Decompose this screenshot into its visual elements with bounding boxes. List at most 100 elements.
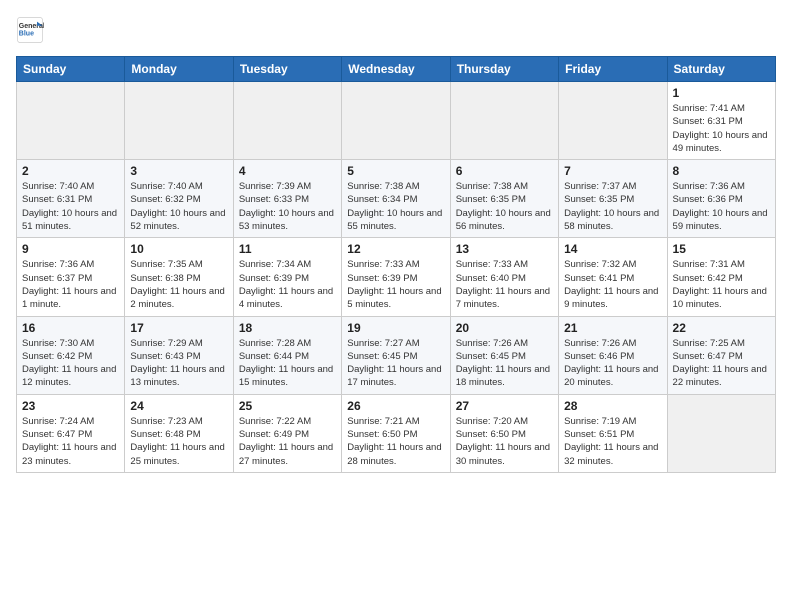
calendar-cell: 4 Sunrise: 7:39 AM Sunset: 6:33 PM Daylig…: [233, 160, 341, 238]
calendar-cell: 11 Sunrise: 7:34 AM Sunset: 6:39 PM Dayli…: [233, 238, 341, 316]
day-info: Sunrise: 7:28 AM Sunset: 6:44 PM Dayligh…: [239, 337, 336, 390]
day-number: 28: [564, 399, 661, 413]
calendar-cell: 12 Sunrise: 7:33 AM Sunset: 6:39 PM Dayli…: [342, 238, 450, 316]
calendar-cell: 7Sunrise: 7:37 AM Sunset: 6:35 PM Daylig…: [559, 160, 667, 238]
day-info: Sunrise: 7:33 AM Sunset: 6:39 PM Dayligh…: [347, 258, 444, 311]
calendar-cell: 14 Sunrise: 7:32 AM Sunset: 6:41 PM Dayli…: [559, 238, 667, 316]
calendar-cell: 6 Sunrise: 7:38 AM Sunset: 6:35 PM Daylig…: [450, 160, 558, 238]
day-info: Sunrise: 7:40 AM Sunset: 6:31 PM Dayligh…: [22, 180, 119, 233]
day-info: Sunrise: 7:20 AM Sunset: 6:50 PM Dayligh…: [456, 415, 553, 468]
day-info: Sunrise: 7:34 AM Sunset: 6:39 PM Dayligh…: [239, 258, 336, 311]
calendar-cell: 25 Sunrise: 7:22 AM Sunset: 6:49 PM Dayli…: [233, 394, 341, 472]
calendar-cell: 20 Sunrise: 7:26 AM Sunset: 6:45 PM Dayli…: [450, 316, 558, 394]
day-info: Sunrise: 7:25 AM Sunset: 6:47 PM Dayligh…: [673, 337, 770, 390]
day-number: 20: [456, 321, 553, 335]
day-info: Sunrise: 7:39 AM Sunset: 6:33 PM Dayligh…: [239, 180, 336, 233]
day-number: 26: [347, 399, 444, 413]
day-info: Sunrise: 7:40 AM Sunset: 6:32 PM Dayligh…: [130, 180, 227, 233]
day-number: 15: [673, 242, 770, 256]
day-number: 19: [347, 321, 444, 335]
calendar-cell: 15 Sunrise: 7:31 AM Sunset: 6:42 PM Dayli…: [667, 238, 775, 316]
day-info: Sunrise: 7:38 AM Sunset: 6:34 PM Dayligh…: [347, 180, 444, 233]
weekday-header-sunday: Sunday: [17, 57, 125, 82]
day-number: 4: [239, 164, 336, 178]
calendar-cell: 16 Sunrise: 7:30 AM Sunset: 6:42 PM Dayli…: [17, 316, 125, 394]
day-info: Sunrise: 7:33 AM Sunset: 6:40 PM Dayligh…: [456, 258, 553, 311]
day-number: 6: [456, 164, 553, 178]
day-number: 8: [673, 164, 770, 178]
calendar-cell: 8Sunrise: 7:36 AM Sunset: 6:36 PM Daylig…: [667, 160, 775, 238]
day-info: Sunrise: 7:29 AM Sunset: 6:43 PM Dayligh…: [130, 337, 227, 390]
day-number: 5: [347, 164, 444, 178]
calendar-cell: 10 Sunrise: 7:35 AM Sunset: 6:38 PM Dayli…: [125, 238, 233, 316]
day-info: Sunrise: 7:26 AM Sunset: 6:45 PM Dayligh…: [456, 337, 553, 390]
calendar-cell: 19 Sunrise: 7:27 AM Sunset: 6:45 PM Dayli…: [342, 316, 450, 394]
svg-text:General: General: [19, 23, 44, 30]
calendar-cell: 9 Sunrise: 7:36 AM Sunset: 6:37 PM Daylig…: [17, 238, 125, 316]
calendar-cell: 22 Sunrise: 7:25 AM Sunset: 6:47 PM Dayli…: [667, 316, 775, 394]
calendar-cell: [450, 82, 558, 160]
calendar-table: SundayMondayTuesdayWednesdayThursdayFrid…: [16, 56, 776, 473]
day-number: 1: [673, 86, 770, 100]
day-number: 12: [347, 242, 444, 256]
calendar-week-3: 9 Sunrise: 7:36 AM Sunset: 6:37 PM Daylig…: [17, 238, 776, 316]
calendar-cell: 27 Sunrise: 7:20 AM Sunset: 6:50 PM Dayli…: [450, 394, 558, 472]
day-info: Sunrise: 7:32 AM Sunset: 6:41 PM Dayligh…: [564, 258, 661, 311]
logo-icon: General Blue: [16, 16, 44, 44]
weekday-header-thursday: Thursday: [450, 57, 558, 82]
calendar-cell: 23 Sunrise: 7:24 AM Sunset: 6:47 PM Dayli…: [17, 394, 125, 472]
day-info: Sunrise: 7:30 AM Sunset: 6:42 PM Dayligh…: [22, 337, 119, 390]
weekday-header-wednesday: Wednesday: [342, 57, 450, 82]
logo: General Blue: [16, 16, 44, 44]
day-number: 11: [239, 242, 336, 256]
day-number: 18: [239, 321, 336, 335]
day-number: 10: [130, 242, 227, 256]
day-number: 23: [22, 399, 119, 413]
calendar-cell: 1 Sunrise: 7:41 AM Sunset: 6:31 PM Daylig…: [667, 82, 775, 160]
day-info: Sunrise: 7:22 AM Sunset: 6:49 PM Dayligh…: [239, 415, 336, 468]
calendar-cell: 5 Sunrise: 7:38 AM Sunset: 6:34 PM Daylig…: [342, 160, 450, 238]
day-info: Sunrise: 7:37 AM Sunset: 6:35 PM Dayligh…: [564, 180, 661, 233]
day-number: 2: [22, 164, 119, 178]
day-number: 3: [130, 164, 227, 178]
day-number: 17: [130, 321, 227, 335]
calendar-cell: 21Sunrise: 7:26 AM Sunset: 6:46 PM Dayli…: [559, 316, 667, 394]
day-number: 13: [456, 242, 553, 256]
calendar-cell: 17 Sunrise: 7:29 AM Sunset: 6:43 PM Dayli…: [125, 316, 233, 394]
day-info: Sunrise: 7:38 AM Sunset: 6:35 PM Dayligh…: [456, 180, 553, 233]
calendar-cell: [233, 82, 341, 160]
day-info: Sunrise: 7:27 AM Sunset: 6:45 PM Dayligh…: [347, 337, 444, 390]
weekday-header-saturday: Saturday: [667, 57, 775, 82]
day-info: Sunrise: 7:21 AM Sunset: 6:50 PM Dayligh…: [347, 415, 444, 468]
calendar-cell: [125, 82, 233, 160]
weekday-header-monday: Monday: [125, 57, 233, 82]
calendar-week-2: 2 Sunrise: 7:40 AM Sunset: 6:31 PM Daylig…: [17, 160, 776, 238]
day-info: Sunrise: 7:41 AM Sunset: 6:31 PM Dayligh…: [673, 102, 770, 155]
day-number: 22: [673, 321, 770, 335]
calendar-week-1: 1 Sunrise: 7:41 AM Sunset: 6:31 PM Daylig…: [17, 82, 776, 160]
calendar-cell: [342, 82, 450, 160]
calendar-cell: 28 Sunrise: 7:19 AM Sunset: 6:51 PM Dayli…: [559, 394, 667, 472]
page-header: General Blue: [16, 16, 776, 44]
day-info: Sunrise: 7:19 AM Sunset: 6:51 PM Dayligh…: [564, 415, 661, 468]
calendar-cell: 24 Sunrise: 7:23 AM Sunset: 6:48 PM Dayli…: [125, 394, 233, 472]
day-number: 9: [22, 242, 119, 256]
day-number: 25: [239, 399, 336, 413]
day-info: Sunrise: 7:31 AM Sunset: 6:42 PM Dayligh…: [673, 258, 770, 311]
day-number: 16: [22, 321, 119, 335]
calendar-cell: 26 Sunrise: 7:21 AM Sunset: 6:50 PM Dayli…: [342, 394, 450, 472]
day-info: Sunrise: 7:24 AM Sunset: 6:47 PM Dayligh…: [22, 415, 119, 468]
day-info: Sunrise: 7:35 AM Sunset: 6:38 PM Dayligh…: [130, 258, 227, 311]
calendar-cell: 13 Sunrise: 7:33 AM Sunset: 6:40 PM Dayli…: [450, 238, 558, 316]
day-number: 24: [130, 399, 227, 413]
day-number: 27: [456, 399, 553, 413]
day-number: 21: [564, 321, 661, 335]
weekday-header-friday: Friday: [559, 57, 667, 82]
day-number: 14: [564, 242, 661, 256]
weekday-header-row: SundayMondayTuesdayWednesdayThursdayFrid…: [17, 57, 776, 82]
calendar-cell: [17, 82, 125, 160]
day-info: Sunrise: 7:36 AM Sunset: 6:37 PM Dayligh…: [22, 258, 119, 311]
calendar-week-4: 16 Sunrise: 7:30 AM Sunset: 6:42 PM Dayli…: [17, 316, 776, 394]
calendar-cell: [667, 394, 775, 472]
day-info: Sunrise: 7:23 AM Sunset: 6:48 PM Dayligh…: [130, 415, 227, 468]
